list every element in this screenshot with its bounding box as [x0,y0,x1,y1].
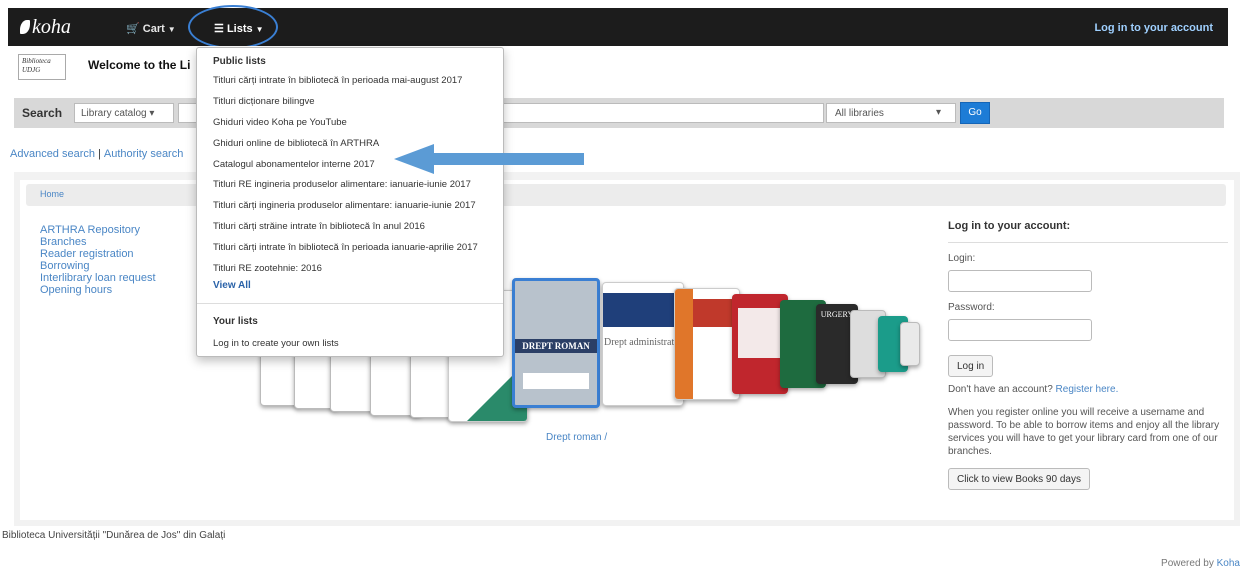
password-input[interactable] [948,319,1092,341]
menu-item-public-list[interactable]: Titluri RE ingineria produselor alimenta… [213,179,471,190]
register-help-text: When you register online you will receiv… [948,407,1220,457]
koha-link[interactable]: Koha [1217,558,1240,569]
footer-library-name: Biblioteca Universității "Dunărea de Jos… [2,530,226,541]
powered-by: Powered by Koha [1161,558,1240,569]
sidebar-item-interlibrary[interactable]: Interlibrary loan request [40,272,156,284]
library-select-value: All libraries [835,108,884,119]
leaf-icon [20,20,30,34]
library-logo: Biblioteca UDJG [18,54,66,80]
annotation-arrow-icon [394,144,584,174]
cart-icon: 🛒 [126,23,140,35]
login-link[interactable]: Log in to your account [1094,22,1213,34]
breadcrumb-home[interactable]: Home [40,189,64,199]
separator: | [98,148,101,160]
login-input[interactable] [948,270,1092,292]
welcome-heading: Welcome to the Li [88,58,191,72]
library-logo-text: Biblioteca UDJG [22,57,51,74]
register-link[interactable]: Register here. [1056,384,1119,395]
koha-logo-text: koha [32,16,71,38]
sidebar-item-arthra[interactable]: ARTHRA Repository [40,224,156,236]
powered-by-text: Powered by [1161,558,1214,569]
login-heading: Log in to your account: [948,220,1228,243]
menu-item-public-list[interactable]: Titluri cărți intrate în bibliotecă în p… [213,242,478,253]
menu-item-public-list[interactable]: Titluri cărți ingineria produselor alime… [213,200,476,211]
catalog-select-value: Library catalog [81,108,147,119]
search-links: Advanced search | Authority search [10,148,183,160]
sidebar-item-borrowing[interactable]: Borrowing [40,260,156,272]
book-cover-focused[interactable]: DREPT ROMAN [512,278,600,408]
site-header: Biblioteca UDJG Welcome to the Li [8,46,1228,84]
public-lists-header: Public lists [213,56,266,67]
menu-item-public-list[interactable]: Titluri RE zootehnie: 2016 [213,263,322,274]
go-button[interactable]: Go [960,102,990,124]
login-button[interactable]: Log in [948,355,994,377]
no-account-text: Don't have an account? [948,384,1053,395]
book-cover-title: DREPT ROMAN [515,339,597,353]
sidebar-item-branches[interactable]: Branches [40,236,156,248]
library-select[interactable]: All libraries ▾ [826,103,956,123]
koha-logo[interactable]: koha [20,16,71,39]
book-cover[interactable] [900,322,920,366]
focused-book-title-link[interactable]: Drept roman / [546,432,607,443]
catalog-select[interactable]: Library catalog ▾ [74,103,174,123]
caret-down-icon: ▾ [935,107,941,118]
menu-item-public-list[interactable]: Ghiduri video Koha pe YouTube [213,117,347,128]
authority-search-link[interactable]: Authority search [104,148,183,160]
book-cover-title: Drept administrativ [603,337,683,348]
cart-label: Cart [142,23,165,35]
password-label: Password: [948,302,995,313]
view-all-lists-link[interactable]: View All [213,280,251,291]
sidebar-item-registration[interactable]: Reader registration [40,248,156,260]
lists-highlight-circle [188,5,278,49]
menu-divider [197,303,503,304]
books-90-days-button[interactable]: Click to view Books 90 days [948,468,1090,490]
login-label: Login: [948,253,976,264]
caret-down-icon: ▼ [167,25,176,34]
caret-down-icon: ▾ [149,108,155,119]
menu-item-public-list[interactable]: Ghiduri online de bibliotecă în ARTHRA [213,138,379,149]
menu-item-public-list[interactable]: Catalogul abonamentelor interne 2017 [213,159,375,170]
sidebar-nav: ARTHRA Repository Branches Reader regist… [40,224,156,296]
cart-menu[interactable]: 🛒 Cart ▼ [126,22,176,35]
menu-item-public-list[interactable]: Titluri cărți intrate în bibliotecă în p… [213,75,462,86]
login-panel: Log in to your account: Login: Password:… [948,220,1228,490]
book-cover[interactable] [674,288,740,400]
sidebar-item-opening-hours[interactable]: Opening hours [40,284,156,296]
register-note: Don't have an account? Register here. [948,383,1228,396]
book-cover[interactable]: Drept administrativ [602,282,684,406]
menu-item-login-create-lists[interactable]: Log in to create your own lists [213,338,339,349]
lists-dropdown-menu: Public lists Titluri cărți intrate în bi… [196,47,504,357]
menu-item-public-list[interactable]: Titluri cărți străine intrate în bibliot… [213,221,425,232]
menu-item-public-list[interactable]: Titluri dicționare bilingve [213,96,315,107]
your-lists-header: Your lists [213,316,258,327]
search-label: Search [22,106,63,120]
advanced-search-link[interactable]: Advanced search [10,148,95,160]
